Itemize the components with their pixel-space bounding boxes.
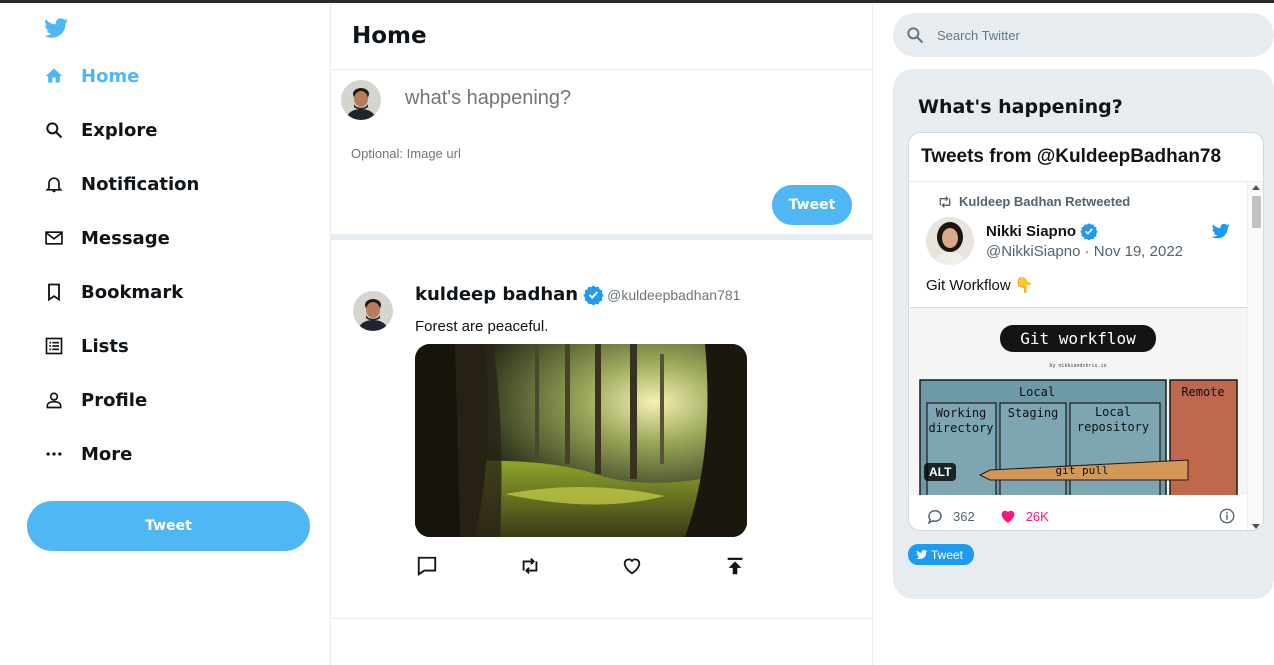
image-url-input[interactable] xyxy=(351,146,651,161)
author-name[interactable]: Nikki Siapno xyxy=(986,223,1076,240)
search-input[interactable] xyxy=(937,27,1237,43)
media-local-repo-2: repository xyxy=(1077,420,1149,434)
tweet-date[interactable]: Nov 19, 2022 xyxy=(1094,243,1183,260)
verified-badge-icon xyxy=(583,284,604,305)
avatar xyxy=(353,291,393,331)
retweet-icon[interactable] xyxy=(518,554,542,578)
search-icon xyxy=(44,120,64,140)
avatar xyxy=(341,80,381,120)
tweet-input[interactable] xyxy=(405,87,845,110)
media-local-repo-1: Local xyxy=(1095,405,1131,419)
embedded-timeline: Tweets from @KuldeepBadhan78 Kuldeep Bad… xyxy=(908,132,1264,531)
list-icon xyxy=(44,336,64,356)
bell-icon xyxy=(44,174,64,194)
timeline-scrollbar[interactable] xyxy=(1247,182,1263,530)
whats-happening-panel: What's happening? Tweets from @KuldeepBa… xyxy=(893,69,1274,599)
git-workflow-image[interactable]: Git workflow by nikkiandchris.io Local R… xyxy=(910,307,1247,495)
timeline-title[interactable]: Tweets from @KuldeepBadhan78 xyxy=(909,133,1263,182)
person-icon xyxy=(44,390,64,410)
sidebar-item-label: Explore xyxy=(81,119,158,141)
post-author-name[interactable]: kuldeep badhan xyxy=(415,284,578,305)
scroll-down-icon[interactable] xyxy=(1252,524,1260,529)
sidebar-item-label: Bookmark xyxy=(81,281,184,303)
twitter-bird-icon[interactable] xyxy=(43,16,70,40)
info-icon[interactable] xyxy=(1218,507,1236,525)
reply-icon[interactable] xyxy=(926,507,944,525)
sidebar-item-home[interactable]: Home xyxy=(44,58,139,94)
search-bar[interactable] xyxy=(893,13,1274,57)
media-local: Local xyxy=(1019,385,1055,399)
retweeted-by[interactable]: Kuldeep Badhan Retweeted xyxy=(959,194,1130,209)
author-handle[interactable]: @NikkiSiapno xyxy=(986,243,1080,260)
comment-icon[interactable] xyxy=(415,554,439,578)
retweet-icon xyxy=(937,194,953,210)
post: kuldeep badhan @kuldeepbadhan781 Forest … xyxy=(331,240,872,619)
widgets: What's happening? Tweets from @KuldeepBa… xyxy=(873,3,1274,665)
post-author-handle: @kuldeepbadhan781 xyxy=(607,286,741,303)
tweetbox: Tweet xyxy=(331,70,872,240)
sidebar-tweet-button[interactable]: Tweet xyxy=(27,501,310,551)
media-working-1: Working xyxy=(936,406,987,420)
tweet-submit-button[interactable]: Tweet xyxy=(772,185,852,225)
bookmark-icon xyxy=(44,282,64,302)
home-icon xyxy=(44,66,64,86)
like-icon[interactable] xyxy=(999,508,1017,525)
post-image-forest[interactable] xyxy=(415,344,747,537)
feed: Home Tweet kuldeep badhan @kuldeepbadhan… xyxy=(331,3,873,665)
sidebar: Home Explore Notification Message Bookma… xyxy=(0,3,331,665)
sidebar-item-label: Home xyxy=(81,65,140,87)
media-byline: by nikkiandchris.io xyxy=(1049,363,1106,369)
media-title: Git workflow xyxy=(1020,329,1136,348)
author-meta: @NikkiSiapno · Nov 19, 2022 xyxy=(986,243,1183,260)
meta-separator: · xyxy=(1084,243,1090,260)
sidebar-item-lists[interactable]: Lists xyxy=(44,328,129,364)
panel-title: What's happening? xyxy=(918,96,1123,118)
embed-author[interactable]: Nikki Siapno xyxy=(986,222,1098,240)
scrollbar-thumb[interactable] xyxy=(1252,196,1261,228)
reply-count: 362 xyxy=(953,508,975,524)
sidebar-item-label: Message xyxy=(81,227,170,249)
twitter-bird-icon xyxy=(916,550,928,559)
search-icon xyxy=(905,25,925,45)
avatar[interactable] xyxy=(926,217,974,265)
alt-badge[interactable]: ALT xyxy=(924,463,957,481)
post-text: Forest are peaceful. xyxy=(415,318,549,335)
sidebar-item-bookmark[interactable]: Bookmark xyxy=(44,274,183,310)
media-git-pull: git pull xyxy=(1056,464,1109,477)
feed-header: Home xyxy=(331,3,872,70)
timeline-body: Kuldeep Badhan Retweeted Nikki Siapno @N… xyxy=(909,182,1248,530)
sidebar-item-profile[interactable]: Profile xyxy=(44,382,147,418)
scroll-up-icon[interactable] xyxy=(1252,185,1260,190)
embed-tweet-text: Git Workflow 👇 xyxy=(926,277,1034,294)
mail-icon xyxy=(44,228,64,248)
like-count: 26K xyxy=(1025,508,1049,524)
share-icon[interactable] xyxy=(723,554,747,578)
sidebar-item-more[interactable]: More xyxy=(44,436,132,472)
sidebar-item-explore[interactable]: Explore xyxy=(44,112,157,148)
embed-tweet-button[interactable]: Tweet xyxy=(908,544,975,565)
sidebar-item-notification[interactable]: Notification xyxy=(44,166,199,202)
twitter-bird-icon[interactable] xyxy=(1211,222,1231,240)
verified-badge-icon xyxy=(1080,222,1098,240)
sidebar-item-label: Lists xyxy=(81,335,129,357)
embed-tweet-button-label: Tweet xyxy=(931,547,964,562)
embed-stats: 362 26K xyxy=(926,507,1236,525)
sidebar-item-label: More xyxy=(81,443,133,465)
media-remote: Remote xyxy=(1181,385,1224,399)
sidebar-item-message[interactable]: Message xyxy=(44,220,170,256)
media-staging: Staging xyxy=(1008,406,1059,420)
post-header: kuldeep badhan @kuldeepbadhan781 xyxy=(415,284,740,305)
sidebar-item-label: Notification xyxy=(81,173,200,195)
page-title: Home xyxy=(352,23,427,49)
sidebar-item-label: Profile xyxy=(81,389,148,411)
media-working-2: directory xyxy=(928,421,993,435)
retweet-indicator: Kuldeep Badhan Retweeted xyxy=(939,194,1130,209)
more-icon xyxy=(44,444,64,464)
like-icon[interactable] xyxy=(620,554,644,578)
